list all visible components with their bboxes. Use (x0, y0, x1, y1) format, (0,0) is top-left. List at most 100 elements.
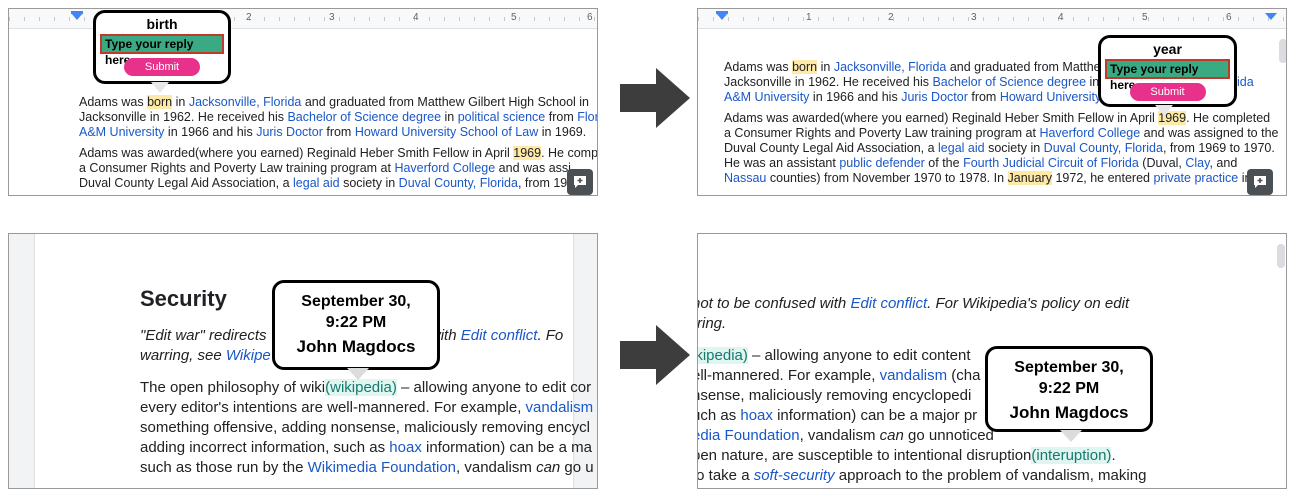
panel-doc-year: 1 2 3 4 5 6 Adams was born in Jacksonvil… (697, 8, 1287, 196)
text: – allowing anyone to edit content (747, 347, 971, 364)
link[interactable]: edia Foundation (698, 427, 800, 444)
section-heading: Security (140, 286, 227, 311)
paragraph: Adams was awarded(where you earned) Regi… (724, 111, 1278, 186)
reply-popup: year Type your reply here.. Submit (1098, 35, 1237, 116)
link[interactable]: ida (1237, 75, 1254, 90)
link[interactable]: Clay (1185, 156, 1209, 170)
popup-title: year (1153, 41, 1182, 57)
ruler-right-indent-marker[interactable] (1265, 13, 1277, 20)
text: in 1966 and his (809, 90, 902, 104)
link[interactable]: Haverford College (1039, 126, 1140, 140)
link[interactable]: Nassau (724, 171, 766, 185)
link[interactable]: legal aid (293, 176, 340, 190)
scrollbar-thumb[interactable] (1277, 244, 1285, 268)
text: go unnoticed (903, 427, 994, 444)
add-comment-icon (574, 176, 586, 188)
text: and was assi (495, 161, 571, 175)
highlighted-word[interactable]: January (1007, 171, 1052, 185)
link[interactable]: Wikipe (226, 347, 271, 364)
link[interactable]: Wikimedia Foundation (308, 459, 456, 476)
link[interactable]: vandalism (880, 367, 948, 384)
link[interactable]: Duval County, Florida (1044, 141, 1163, 155)
paragraph-line: such as those run by the Wikimedia Found… (140, 458, 594, 478)
reply-input[interactable]: Type your reply here.. (1105, 59, 1230, 92)
panel-wiki-security: Security "Edit war" redirectssed with Ed… (8, 233, 598, 489)
text: , from 19 (517, 176, 568, 190)
link[interactable]: Howard University (1000, 90, 1101, 104)
highlighted-word[interactable]: born (147, 95, 173, 109)
link[interactable]: Juris Doctor (256, 125, 323, 139)
link[interactable]: public defender (839, 156, 924, 170)
text: go u (560, 459, 594, 476)
link[interactable]: Edit conflict (850, 295, 927, 312)
text: in 1969. (538, 125, 587, 139)
add-comment-button[interactable] (1247, 169, 1273, 195)
link[interactable]: A&M University (724, 90, 809, 104)
text: . (1111, 447, 1116, 464)
right-arrow-icon (620, 68, 690, 128)
ruler-indent-marker[interactable] (71, 13, 83, 20)
link[interactable]: Edit conflict (461, 327, 538, 344)
commented-text[interactable]: (wikipedia) (325, 379, 397, 396)
commented-text[interactable]: ikipedia) (698, 347, 748, 364)
text: . Fo (537, 327, 564, 344)
link[interactable]: legal aid (938, 141, 985, 155)
add-comment-button[interactable] (567, 169, 593, 195)
ruler-ticks (698, 17, 1286, 21)
link[interactable]: Bachelor of Science degree (932, 75, 1086, 89)
link[interactable]: Juris Doctor (901, 90, 968, 104)
text: in (817, 60, 834, 74)
link[interactable]: Duval County, Florida (399, 176, 518, 190)
link[interactable]: Flori (577, 110, 597, 124)
ruler-number: 2 (888, 12, 894, 23)
text: Adams was (79, 95, 148, 109)
commented-text[interactable]: (interuption) (1031, 447, 1112, 464)
link[interactable]: Jacksonville, Florida (834, 60, 947, 74)
paragraph-line: adding incorrect information, such as ho… (140, 438, 594, 458)
text: society in (339, 176, 399, 190)
ruler-number: 3 (971, 12, 977, 23)
text: . He completed (1186, 111, 1271, 125)
text: The open philosophy of wiki (140, 379, 326, 396)
text: Adams was awarded(where you earned) Regi… (724, 111, 1159, 125)
comment-timestamp: September 30, 9:22 PM (988, 357, 1150, 399)
highlighted-word[interactable]: 1969 (513, 146, 542, 160)
ruler-number: 4 (413, 12, 419, 23)
submit-button[interactable]: Submit (124, 58, 200, 76)
ruler-indent-marker[interactable] (716, 13, 728, 20)
comment-author: John Magdocs (296, 337, 416, 356)
scrollbar-thumb[interactable] (1279, 39, 1286, 63)
link[interactable]: vandalism (526, 399, 594, 416)
link[interactable]: Bachelor of Science degree (287, 110, 441, 124)
link[interactable]: private practice (1153, 171, 1238, 185)
ruler-number: 5 (1142, 12, 1148, 23)
link[interactable]: political science (458, 110, 546, 124)
text: to take a (697, 467, 754, 484)
link[interactable]: soft-security (754, 467, 835, 484)
text: , vandalism (456, 459, 537, 476)
link[interactable]: Haverford College (394, 161, 495, 175)
reply-input[interactable]: Type your reply here.. (100, 34, 224, 67)
link[interactable]: Fourth Judicial Circuit of Florida (963, 156, 1139, 170)
text: 1972, he entered (1051, 171, 1154, 185)
comment-callout: September 30, 9:22 PM John Magdocs (985, 346, 1153, 442)
ruler-number: 1 (806, 12, 812, 23)
text: from (545, 110, 578, 124)
link[interactable]: A&M University (79, 125, 164, 139)
highlighted-word[interactable]: born (792, 60, 818, 74)
text: Duval County Legal Aid Association, a (724, 141, 939, 155)
link[interactable]: hoax (389, 439, 422, 456)
text: from (967, 90, 1000, 104)
text: in (172, 95, 189, 109)
paragraph-line: to take a soft-security approach to the … (697, 466, 1146, 486)
text: uch as (698, 407, 737, 424)
add-comment-icon (1254, 176, 1266, 188)
text: such as those run by the (140, 459, 308, 476)
ruler-number: 6 (587, 12, 593, 23)
link[interactable]: Jacksonville, Florida (189, 95, 302, 109)
link[interactable]: Howard University School of Law (355, 125, 538, 139)
comment-author: John Magdocs (1009, 403, 1129, 422)
submit-button[interactable]: Submit (1129, 83, 1206, 101)
text: . For Wikipedia's policy on edit (927, 295, 1130, 312)
link[interactable]: hoax (740, 407, 773, 424)
